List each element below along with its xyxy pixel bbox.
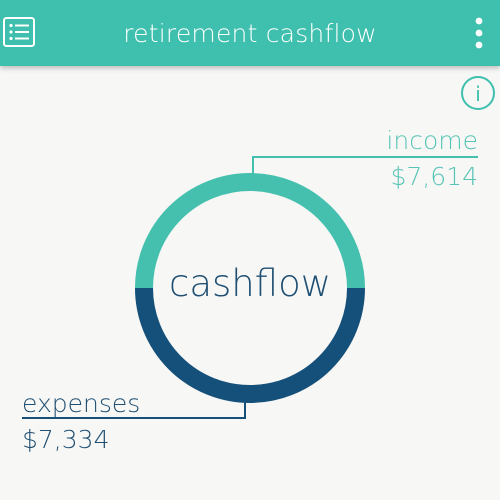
expenses-label: expenses [22,389,141,418]
income-label: income [386,126,478,155]
retirement-cashflow-screen: retirement cashflow i income $7,614 expe… [0,0,500,500]
cashflow-center-label: cashflow [169,262,331,305]
income-value: $7,614 [390,162,478,191]
expenses-value: $7,334 [22,425,110,454]
